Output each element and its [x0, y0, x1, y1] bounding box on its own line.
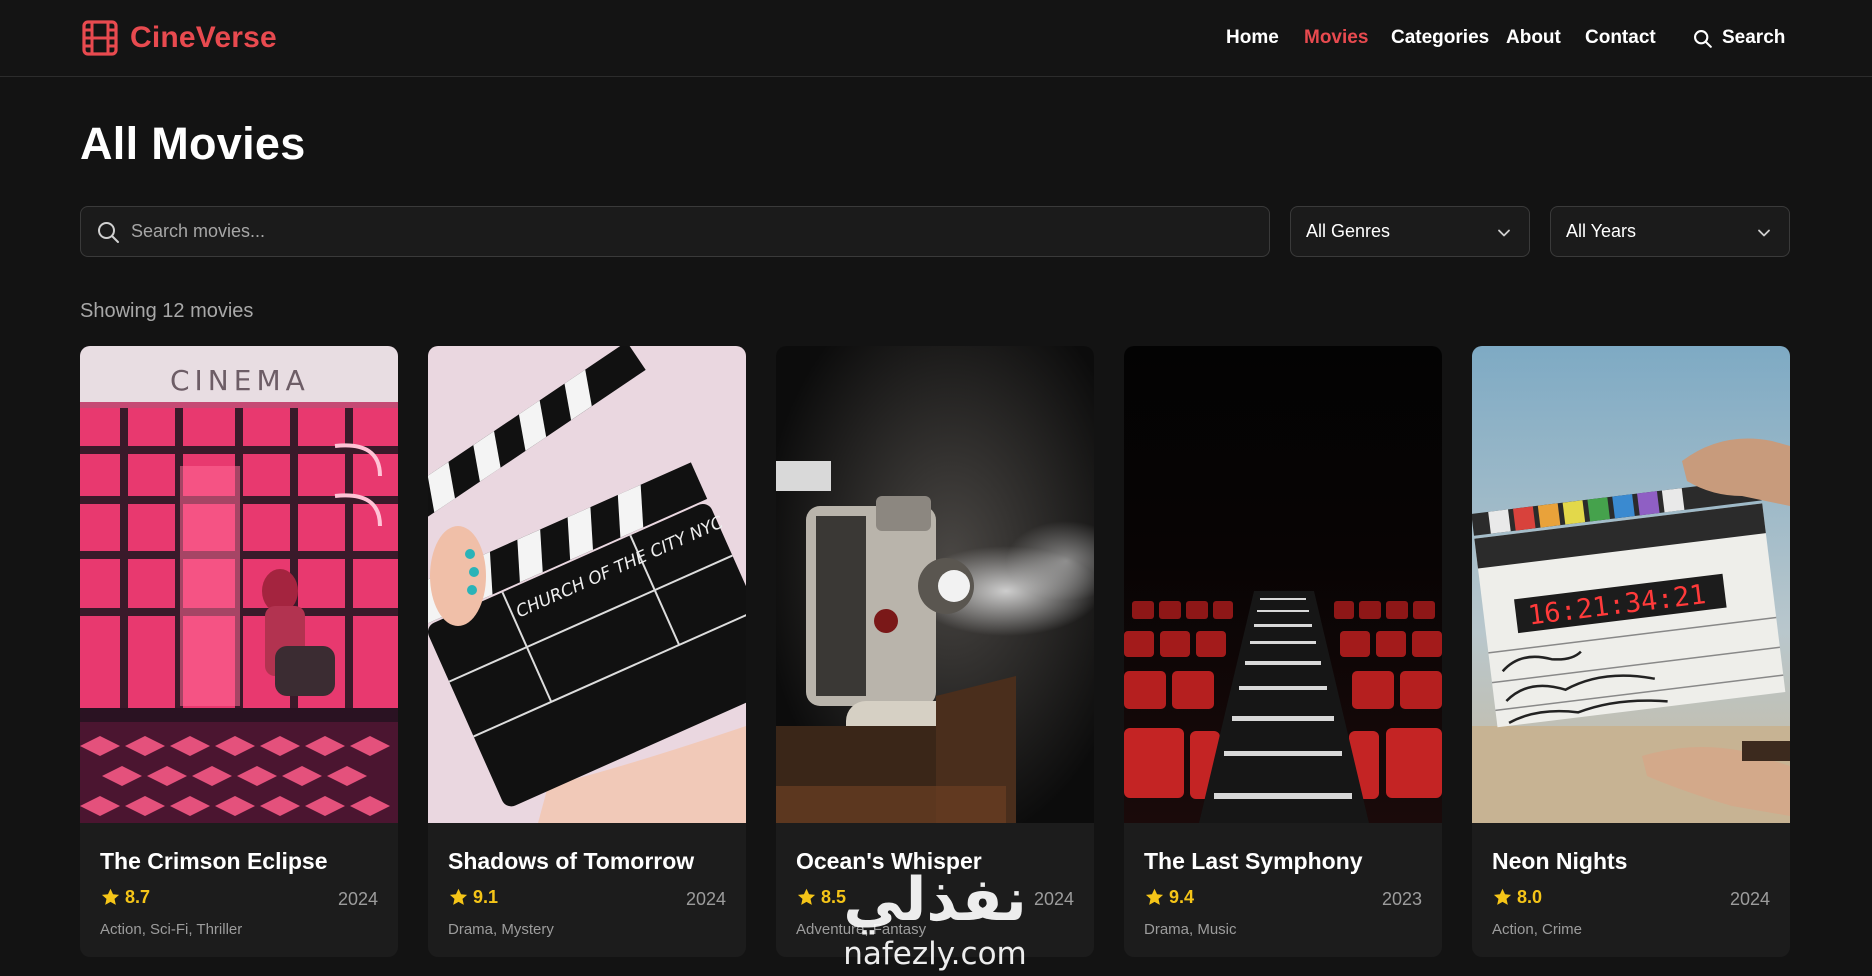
movie-search-box[interactable]	[80, 206, 1270, 257]
movie-rating: 9.4	[1144, 887, 1194, 908]
film-icon	[82, 20, 118, 56]
star-icon	[1145, 888, 1164, 905]
rating-value: 8.0	[1517, 887, 1543, 907]
slate-poster-image: 16:21:34:21	[1472, 346, 1790, 823]
search-icon	[1694, 29, 1712, 48]
movie-rating: 8.7	[100, 887, 150, 908]
movie-card[interactable]: The Last Symphony 9.4 2023 Drama, Music	[1124, 346, 1442, 957]
nav-search-button[interactable]: Search	[1692, 24, 1785, 52]
movie-card[interactable]: CINEMA The Crimson Eclipse 8.7 2024 Acti…	[80, 346, 398, 957]
star-icon	[1493, 888, 1512, 905]
movie-title[interactable]: Shadows of Tomorrow	[448, 848, 694, 875]
movie-title[interactable]: Neon Nights	[1492, 848, 1627, 875]
nav-about[interactable]: About	[1506, 27, 1561, 49]
chevron-down-icon	[1758, 229, 1770, 237]
nav-contact[interactable]: Contact	[1585, 27, 1656, 49]
movie-year: 2024	[685, 889, 726, 909]
top-navbar: CineVerse Home Movies Categories About C…	[0, 0, 1872, 77]
theater-seats-poster-image	[1124, 346, 1442, 823]
film-projector-poster-image	[776, 346, 1094, 823]
nav-categories[interactable]: Categories	[1391, 27, 1489, 49]
poster-sign-text: CINEMA	[170, 364, 310, 397]
movie-rating: 9.1	[448, 887, 498, 908]
movie-search-input[interactable]	[131, 207, 1251, 256]
year-filter-value: All Years	[1566, 221, 1637, 241]
brand-logo[interactable]: CineVerse	[82, 18, 277, 58]
movie-genres: Action, Crime	[1492, 921, 1583, 938]
clapperboard-poster-image: CHURCH OF THE CITY NYC	[428, 346, 746, 823]
watermark-latin: nafezly.com	[843, 936, 1027, 972]
neon-cinema-poster-image: CINEMA	[80, 346, 398, 823]
brand-name: CineVerse	[130, 21, 277, 54]
rating-value: 8.7	[125, 887, 151, 907]
movie-card[interactable]: CHURCH OF THE CITY NYC Shadows of Tomorr…	[428, 346, 746, 957]
star-icon	[449, 888, 468, 905]
movie-genres: Drama, Mystery	[448, 921, 554, 938]
movie-poster[interactable]: CHURCH OF THE CITY NYC	[428, 346, 746, 823]
search-icon	[98, 222, 119, 243]
movie-genres: Action, Sci-Fi, Thriller	[100, 921, 243, 938]
movie-poster[interactable]	[776, 346, 1094, 823]
year-filter-select[interactable]: All Years	[1550, 206, 1790, 257]
page-title: All Movies	[80, 118, 306, 169]
movie-poster[interactable]: 16:21:34:21	[1472, 346, 1790, 823]
movie-year: 2023	[1381, 889, 1422, 909]
star-icon	[797, 888, 816, 905]
movie-card[interactable]: 16:21:34:21 Neon Nights 8.0 2024 Action,…	[1472, 346, 1790, 957]
nafezly-watermark-logo: نفذلي nafezly.com	[843, 865, 1027, 972]
rating-value: 9.1	[473, 887, 499, 907]
movie-title[interactable]: The Crimson Eclipse	[100, 848, 328, 875]
nav-movies[interactable]: Movies	[1304, 27, 1368, 49]
movie-title[interactable]: The Last Symphony	[1144, 848, 1363, 875]
movie-poster[interactable]	[1124, 346, 1442, 823]
chevron-down-icon	[1498, 229, 1510, 237]
nav-home[interactable]: Home	[1226, 27, 1279, 49]
genre-filter-select[interactable]: All Genres	[1290, 206, 1530, 257]
star-icon	[101, 888, 120, 905]
nav-search-label: Search	[1722, 27, 1786, 48]
genre-filter-value: All Genres	[1306, 221, 1391, 241]
movie-poster[interactable]: CINEMA	[80, 346, 398, 823]
movie-year: 2024	[337, 889, 378, 909]
movie-rating: 8.0	[1492, 887, 1542, 908]
movie-count: Showing 12 movies	[80, 300, 254, 322]
movie-genres: Drama, Music	[1144, 921, 1237, 938]
movie-year: 2024	[1729, 889, 1770, 909]
watermark-arabic: نفذلي	[843, 865, 1027, 935]
rating-value: 9.4	[1169, 887, 1195, 907]
